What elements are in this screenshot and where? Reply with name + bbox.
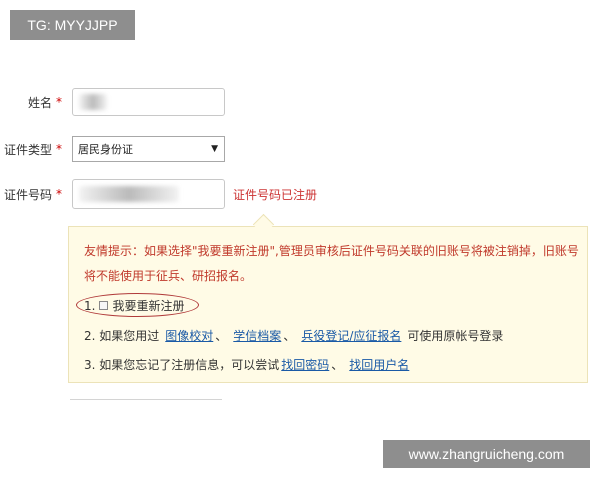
re-register-checkbox[interactable] [99,301,109,310]
divider [70,399,222,400]
id-type-label: 证件类型 [3,142,52,157]
tip-line-2-suffix: 可使用原帐号登录 [407,329,504,343]
id-number-required-mark: * [56,187,62,201]
id-number-label: 证件号码 [3,187,52,202]
tip-line-2: 2. 如果您用过 图像校对 、 学信档案 、 兵役登记/应征报名 可使用原帐号登… [84,327,503,344]
tip-warning-text: 友情提示：如果选择"我要重新注册",管理员审核后证件号码关联的旧账号将被注销掉，… [84,244,579,283]
name-input[interactable] [72,88,225,116]
redacted-id-number [79,186,179,202]
separator: 、 [215,329,228,343]
tip-line-1-number: 1. [84,298,96,313]
id-type-select[interactable]: 居民身份证 ▼ [72,136,225,162]
link-image-proofreading[interactable]: 图像校对 [165,327,213,344]
id-type-row: 证件类型 * 居民身份证 ▼ [0,136,225,162]
link-recover-username[interactable]: 找回用户名 [349,356,409,373]
link-military-registration[interactable]: 兵役登记/应征报名 [301,327,401,344]
watermark-bottom-right: www.zhangruicheng.com [383,440,590,468]
name-row: 姓名 * [0,88,225,116]
name-required-mark: * [56,95,62,109]
tip-line-3-prefix: 3. 如果您忘记了注册信息，可以尝试 [84,358,280,372]
chevron-down-icon[interactable]: ▼ [211,144,218,154]
id-type-selected-value: 居民身份证 [78,143,133,156]
watermark-top-left: TG: MYYJJPP [10,10,135,40]
name-label: 姓名 [27,95,52,110]
redacted-name [79,94,107,110]
tip-box: 友情提示：如果选择"我要重新注册",管理员审核后证件号码关联的旧账号将被注销掉，… [68,226,588,383]
tip-line-1: 1. 我要重新注册 [84,297,184,314]
link-xuexin-archive[interactable]: 学信档案 [233,327,281,344]
link-recover-password[interactable]: 找回密码 [281,356,329,373]
tip-line-3: 3. 如果您忘记了注册信息，可以尝试 找回密码 、 找回用户名 [84,356,409,373]
separator: 、 [331,358,344,372]
re-register-label[interactable]: 我要重新注册 [112,297,184,314]
tip-line-2-prefix: 2. 如果您用过 [84,329,160,343]
separator: 、 [283,329,296,343]
id-number-input[interactable] [72,179,225,209]
id-type-required-mark: * [56,142,62,156]
id-number-row: 证件号码 * 证件号码已注册 [0,179,317,209]
id-registered-message: 证件号码已注册 [233,187,318,202]
